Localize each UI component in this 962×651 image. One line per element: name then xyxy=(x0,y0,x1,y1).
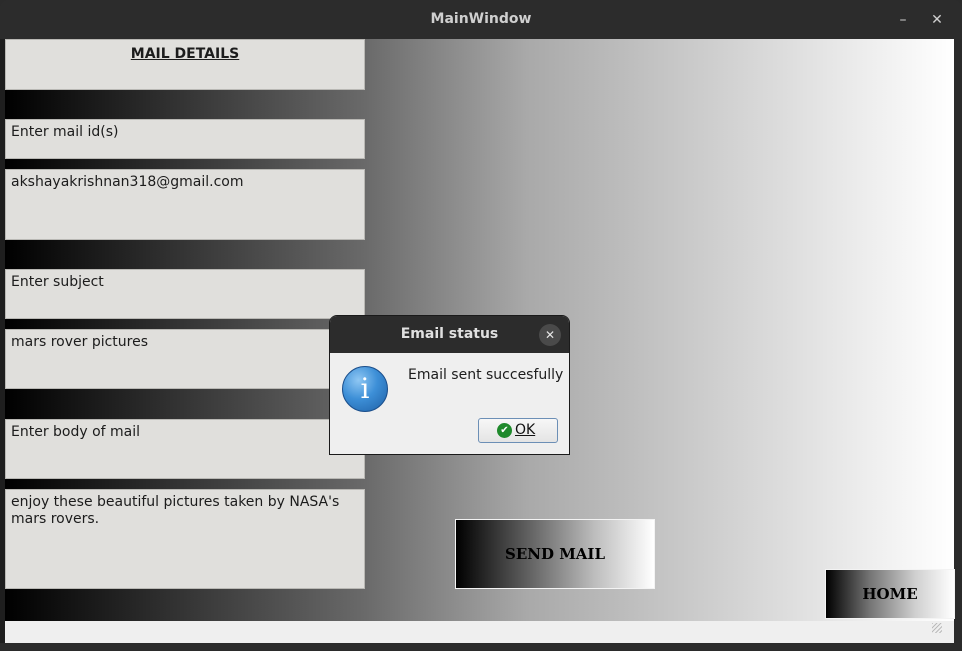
ok-button[interactable]: ✔ OK xyxy=(478,418,558,443)
dialog-title: Email status xyxy=(330,316,569,353)
subject-label: Enter subject xyxy=(5,269,365,319)
home-button[interactable]: HOME xyxy=(825,569,955,619)
minimize-button[interactable]: – xyxy=(893,10,913,30)
subject-input[interactable]: mars rover pictures xyxy=(5,329,365,389)
body-label: Enter body of mail xyxy=(5,419,365,479)
send-mail-button[interactable]: SEND MAIL xyxy=(455,519,655,589)
info-icon: i xyxy=(342,366,388,412)
window-titlebar: MainWindow – ✕ xyxy=(0,0,962,39)
window-title: MainWindow xyxy=(430,11,532,27)
mail-id-input[interactable]: akshayakrishnan318@gmail.com xyxy=(5,169,365,240)
mail-id-label: Enter mail id(s) xyxy=(5,119,365,159)
window-close-button[interactable]: ✕ xyxy=(927,10,947,30)
body-input[interactable]: enjoy these beautiful pictures taken by … xyxy=(5,489,365,589)
dialog-close-button[interactable]: ✕ xyxy=(539,324,561,346)
checkmark-icon: ✔ xyxy=(497,423,512,438)
ok-button-label: OK xyxy=(515,422,536,438)
resize-grip-icon[interactable] xyxy=(932,623,942,633)
dialog-message: Email sent succesfully xyxy=(408,367,564,383)
email-status-dialog: Email status ✕ i Email sent succesfully … xyxy=(329,315,570,455)
mail-details-header: MAIL DETAILS xyxy=(5,39,365,90)
status-bar xyxy=(5,621,954,643)
